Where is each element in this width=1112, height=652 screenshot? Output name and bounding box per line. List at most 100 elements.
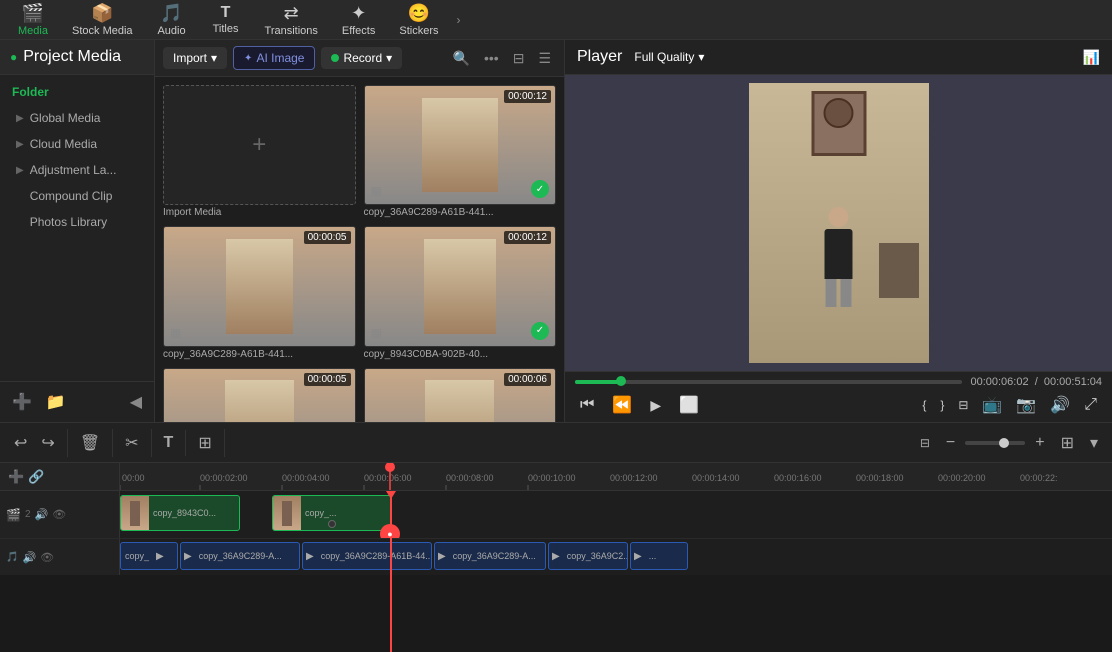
track-clip-v1-2[interactable]: copy_... — [272, 495, 392, 531]
sidebar-item-global[interactable]: ▶ Global Media — [0, 105, 154, 131]
zoom-slider[interactable] — [965, 441, 1025, 445]
track-clip-v1-1[interactable]: copy_8943C0... — [120, 495, 240, 531]
zoom-in-button[interactable]: + — [1029, 430, 1050, 456]
track-a1-volume-button[interactable]: 🔊 — [22, 551, 36, 564]
timeline-settings-button[interactable]: ⊟ — [914, 432, 936, 454]
track-clip-a-4[interactable]: ▶ copy_36A9C289-A... — [434, 542, 546, 570]
import-button[interactable]: Import ▾ — [163, 47, 227, 69]
sidebar-add-button[interactable]: ➕ — [8, 390, 36, 414]
track-v1-content[interactable]: copy_8943C0... copy_... ● — [120, 491, 1112, 538]
zoom-out-button[interactable]: − — [940, 430, 961, 456]
track-volume-button[interactable]: 🔊 — [35, 508, 49, 521]
track-clip-a-5[interactable]: ▶ copy_36A9C2... — [548, 542, 628, 570]
clip2-label: copy_36A9C289-A61B-441... — [163, 349, 356, 360]
zoom-handle[interactable] — [999, 438, 1009, 448]
toolbar-item-media[interactable]: 🎬 Media — [8, 1, 58, 39]
undo-button[interactable]: ↩ — [8, 429, 33, 457]
layout-button[interactable]: ☰ — [533, 47, 556, 70]
play-button[interactable]: ▶ — [645, 394, 666, 417]
stock-icon: 📦 — [91, 3, 113, 24]
timeline-ruler-row: ➕ 🔗 00:00 00:00:02:00 00:00:04:00 00:00:… — [0, 463, 1112, 491]
timeline-tracks: 🎬 2 🔊 👁 copy_8943C0... — [0, 491, 1112, 652]
record-button[interactable]: Record ▾ — [321, 47, 402, 69]
audio-track-button[interactable]: ⊟ — [953, 395, 973, 415]
toolbar-item-stickers[interactable]: 😊 Stickers — [389, 1, 448, 39]
progress-bar[interactable] — [575, 380, 962, 384]
media-item-2[interactable]: 00:00:05 ▦ copy_36A9C289-A61B-441... — [159, 222, 360, 363]
toolbar-item-effects[interactable]: ✦ Effects — [332, 1, 385, 39]
sidebar-item-photos[interactable]: ▶ Photos Library — [0, 209, 154, 235]
screen-record-button[interactable]: 📺 — [977, 392, 1007, 418]
toolbar-more-icon[interactable]: › — [456, 13, 460, 27]
import-media-label: Import Media — [163, 207, 356, 218]
split-button[interactable]: ✂ — [119, 429, 144, 457]
ai-image-button[interactable]: ✦ AI Image — [233, 46, 315, 70]
media-item-4[interactable]: 00:00:05 ▦ ✓ copy_36A9C289-A61B-441... — [159, 364, 360, 422]
redo-button[interactable]: ↪ — [35, 429, 60, 457]
timeline-ruler[interactable]: 00:00 00:00:02:00 00:00:04:00 00:00:06:0… — [120, 463, 1112, 490]
skip-back-button[interactable]: ⏮ — [575, 393, 599, 417]
photos-library-label: Photos Library — [30, 215, 107, 229]
sidebar-item-cloud[interactable]: ▶ Cloud Media — [0, 131, 154, 157]
timeline-left-panel: ➕ 🔗 — [0, 463, 120, 490]
progress-handle[interactable] — [616, 376, 626, 386]
media-item-5[interactable]: 00:00:06 ▦ ✓ copy_36A9C289-A61B-441... — [360, 364, 561, 422]
track-visibility-button[interactable]: 👁 — [52, 508, 66, 521]
arrow-icon-global: ▶ — [16, 113, 24, 124]
composite-button[interactable]: ⊞ — [192, 429, 217, 457]
toolbar-item-transitions[interactable]: ⇄ Transitions — [255, 1, 328, 39]
fullscreen-button[interactable]: ⤢ — [1079, 393, 1102, 417]
filter-button[interactable]: ⊟ — [508, 47, 530, 70]
grid-view-button[interactable]: ⊞ — [1055, 429, 1080, 457]
timeline-link-button[interactable]: 🔗 — [28, 469, 44, 485]
delete-button[interactable]: 🗑 — [74, 429, 106, 457]
timeline-add-track-button[interactable]: ➕ — [8, 469, 24, 485]
sidebar-header[interactable]: ● Project Media — [0, 40, 154, 75]
toolbar-item-titles[interactable]: T Titles — [201, 2, 251, 37]
quality-selector[interactable]: Full Quality ▾ — [634, 50, 704, 64]
media-item-import[interactable]: + Import Media — [159, 81, 360, 222]
screenshot-button[interactable]: 📷 — [1011, 392, 1041, 418]
sidebar-collapse-button[interactable]: ◀ — [126, 390, 146, 414]
sidebar-item-adjustment[interactable]: ▶ Adjustment La... — [0, 157, 154, 183]
track-v1-controls: 🎬 2 🔊 👁 — [0, 491, 120, 538]
svg-text:00:00:22:: 00:00:22: — [1020, 473, 1058, 483]
mark-in-button[interactable]: { — [917, 395, 931, 415]
media-item-1[interactable]: 00:00:12 ▦ ✓ copy_36A9C289-A61B-441... — [360, 81, 561, 222]
record-dot-icon — [331, 54, 339, 62]
frame-back-button[interactable]: ⏪ — [607, 392, 637, 418]
media-item-3[interactable]: 00:00:12 ▦ ✓ copy_8943C0BA-902B-40... — [360, 222, 561, 363]
volume-button[interactable]: 🔊 — [1045, 392, 1075, 418]
track-row-video: 🎬 2 🔊 👁 copy_8943C0... — [0, 491, 1112, 539]
toolbar-item-audio[interactable]: 🎵 Audio — [147, 1, 197, 39]
more-options-button[interactable]: ••• — [479, 47, 504, 70]
track-clip-a-3[interactable]: ▶ copy_36A9C289-A61B-44... — [302, 542, 432, 570]
sidebar-item-folder[interactable]: Folder — [0, 79, 154, 105]
text-button[interactable]: T — [158, 430, 180, 456]
clip-marker — [328, 520, 336, 528]
track-clip-a-2[interactable]: ▶ copy_36A9C289-A... — [180, 542, 300, 570]
audio-icon: 🎵 — [160, 3, 182, 24]
media-icon: 🎬 — [22, 3, 44, 24]
toolbar-item-stock[interactable]: 📦 Stock Media — [62, 1, 143, 39]
sidebar-folder-button[interactable]: 📁 — [42, 390, 70, 414]
svg-text:00:00: 00:00 — [122, 473, 145, 483]
more-button[interactable]: ▾ — [1084, 429, 1104, 457]
svg-text:00:00:18:00: 00:00:18:00 — [856, 473, 904, 483]
track-a1-visibility-button[interactable]: 👁 — [40, 551, 54, 564]
search-button[interactable]: 🔍 — [448, 47, 475, 70]
playhead-bottom-marker[interactable]: ● — [380, 524, 400, 538]
top-toolbar: 🎬 Media 📦 Stock Media 🎵 Audio T Titles ⇄… — [0, 0, 1112, 40]
svg-text:00:00:04:00: 00:00:04:00 — [282, 473, 330, 483]
clip-a-6-play-icon: ▶ — [634, 551, 642, 562]
track-clip-a-6[interactable]: ▶ ... — [630, 542, 688, 570]
clip3-label: copy_8943C0BA-902B-40... — [364, 349, 557, 360]
clip1-file-icon: ▦ — [371, 184, 382, 198]
crop-button[interactable]: ⬜ — [674, 392, 704, 418]
track-a1-content[interactable]: copy_ ▶ ▶ copy_36A9C289-A... ▶ copy_36A9… — [120, 539, 1112, 575]
mark-out-button[interactable]: } — [935, 395, 949, 415]
player-expand-icon[interactable]: 📊 — [1083, 49, 1100, 66]
track-clip-a-1[interactable]: copy_ ▶ — [120, 542, 178, 570]
sidebar-item-compound[interactable]: ▶ Compound Clip — [0, 183, 154, 209]
clip1-duration: 00:00:12 — [504, 90, 551, 103]
